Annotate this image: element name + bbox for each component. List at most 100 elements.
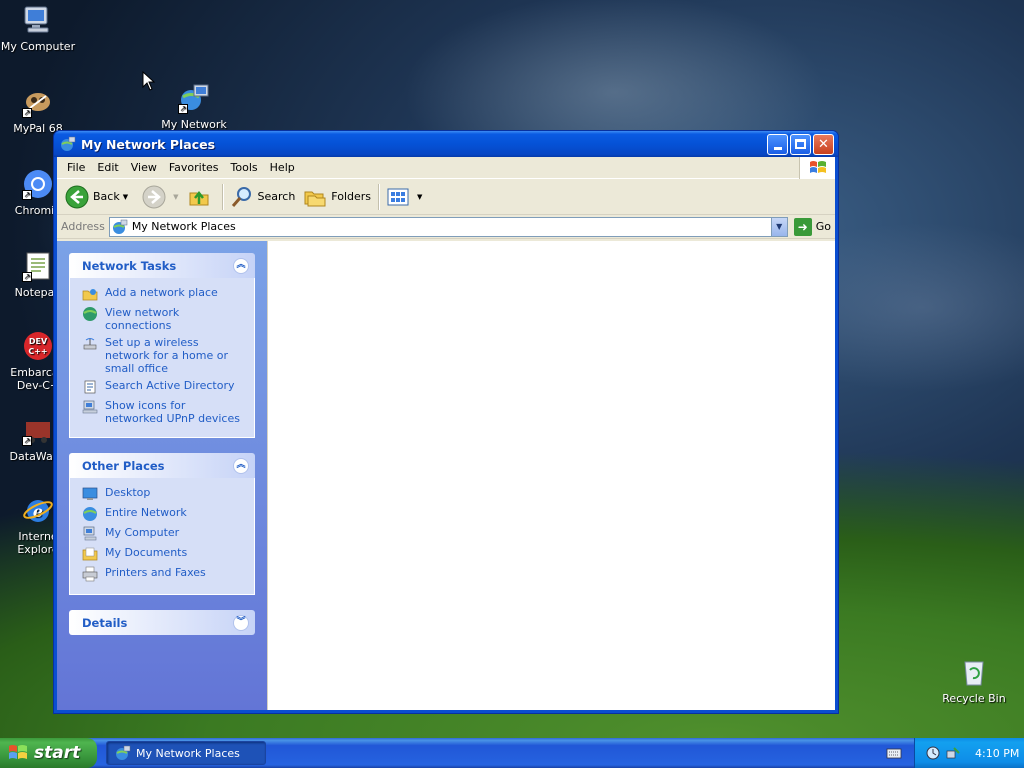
network-places-address-icon [112,219,128,234]
forward-dropdown-icon[interactable]: ▼ [173,193,178,201]
details-title: Details [82,615,128,630]
menu-view[interactable]: View [125,161,163,174]
folders-icon [304,191,326,206]
keyboard-layout-icon[interactable] [886,746,902,760]
taskbar-button-my-network-places[interactable]: My Network Places [106,741,266,765]
chromium-icon: ↗ [22,168,54,200]
svg-text:C++: C++ [28,347,47,356]
internet-explorer-icon: e [22,494,54,526]
active-directory-icon [84,380,96,394]
back-label: Back [93,190,120,203]
desktop-icon-label: Recycle Bin [942,692,1006,705]
views-icon [387,188,409,205]
other-places-header[interactable]: Other Places ︽ [69,453,255,478]
go-arrow-icon: ➜ [793,217,812,236]
folders-button[interactable]: Folders [299,182,375,212]
menu-favorites[interactable]: Favorites [163,161,225,174]
network-connections-icon [83,307,97,321]
views-button[interactable]: ▼ [382,182,426,212]
task-add-network-place[interactable]: Add a network place [82,286,246,302]
menu-file[interactable]: File [61,161,91,174]
taskbar: start My Network Places 4:10 PM [0,738,1024,768]
forward-button[interactable]: ▼ [138,182,182,212]
task-label: Show icons for networked UPnP devices [105,399,240,425]
menu-edit[interactable]: Edit [91,161,124,174]
place-label: My Documents [105,546,188,559]
desktop-icon-label: My Computer [0,40,76,53]
close-icon: ✕ [818,136,829,152]
place-label: Desktop [105,486,151,499]
minimize-icon [773,146,782,150]
place-my-documents[interactable]: My Documents [82,546,246,562]
network-tasks-body: Add a network place View network connect… [69,278,255,438]
desktop-icon-recycle-bin[interactable]: Recycle Bin [936,656,1012,705]
task-pane: Network Tasks ︽ Add a network place View… [57,241,267,710]
place-desktop[interactable]: Desktop [82,486,246,502]
address-field[interactable]: My Network Places ▼ [108,216,788,237]
details-header[interactable]: Details ︾ [69,610,255,635]
other-places-panel: Other Places ︽ Desktop Entire Network My… [69,453,255,595]
datawagon-icon: ↗ [22,414,54,446]
up-folder-icon [189,190,208,205]
notepad-icon: ↗ [22,250,54,282]
task-show-upnp-icons[interactable]: Show icons for networked UPnP devices [82,399,246,425]
folders-label: Folders [331,190,372,203]
address-label: Address [61,220,105,233]
taskbar-button-label: My Network Places [136,746,240,760]
search-label: Search [257,190,296,203]
back-arrow-icon [65,185,89,208]
go-button[interactable]: ➜ Go [793,217,831,236]
task-setup-wireless[interactable]: Set up a wireless network for a home or … [82,336,246,375]
collapse-chevron-icon[interactable]: ︽ [233,457,249,474]
desktop-icon [82,487,98,500]
place-label: Entire Network [105,506,187,519]
task-view-network-connections[interactable]: View network connections [82,306,246,332]
task-label: Add a network place [105,286,218,299]
menu-help[interactable]: Help [264,161,301,174]
collapse-chevron-icon[interactable]: ︽ [233,257,249,274]
maximize-icon [795,139,806,149]
desktop-icon-my-computer[interactable]: My Computer [0,4,76,53]
network-tasks-panel: Network Tasks ︽ Add a network place View… [69,253,255,438]
devcpp-icon: DEV C++ [22,330,54,362]
network-tasks-header[interactable]: Network Tasks ︽ [69,253,255,278]
back-button[interactable]: Back ▼ [61,182,132,212]
content-area: Network Tasks ︽ Add a network place View… [57,241,835,710]
chevron-down-icon: ▼ [776,222,783,231]
explorer-window: My Network Places ✕ File Edit View Favor… [53,130,839,714]
window-body: File Edit View Favorites Tools Help Back… [57,157,835,710]
place-printers-and-faxes[interactable]: Printers and Faxes [82,566,246,582]
menu-bar: File Edit View Favorites Tools Help [57,157,835,179]
views-dropdown-icon[interactable]: ▼ [417,193,422,201]
clock[interactable]: 4:10 PM [975,747,1019,760]
printer-icon [82,566,98,582]
up-folder-button[interactable] [183,182,219,212]
place-my-computer[interactable]: My Computer [82,526,246,542]
other-places-body: Desktop Entire Network My Computer My Do… [69,478,255,595]
my-network-places-icon: ↗ [178,82,210,114]
place-label: Printers and Faxes [105,566,206,579]
other-places-title: Other Places [82,458,165,473]
close-button[interactable]: ✕ [813,133,834,155]
place-entire-network[interactable]: Entire Network [82,506,246,522]
expand-chevron-icon[interactable]: ︾ [233,614,249,631]
network-tray-icon[interactable] [945,745,961,761]
details-panel: Details ︾ [69,610,255,635]
maximize-button[interactable] [790,133,811,155]
windows-logo-icon [799,157,835,179]
file-view-area[interactable] [267,241,835,710]
minimize-button[interactable] [767,133,788,155]
desktop-icon-mypal[interactable]: ↗ MyPal 68 [0,86,76,135]
address-dropdown-button[interactable]: ▼ [770,217,787,236]
svg-text:DEV: DEV [29,337,48,346]
back-dropdown-icon[interactable]: ▼ [123,193,128,201]
menu-tools[interactable]: Tools [225,161,264,174]
tray-app-icon[interactable] [925,745,941,761]
task-search-active-directory[interactable]: Search Active Directory [82,379,246,395]
desktop-icon-my-network[interactable]: ↗ My Network [156,82,232,131]
search-button[interactable]: Search [226,182,300,212]
windows-flag-icon [9,745,27,759]
title-bar[interactable]: My Network Places ✕ [54,131,838,157]
start-label: start [34,743,81,763]
start-button[interactable]: start [0,738,97,768]
